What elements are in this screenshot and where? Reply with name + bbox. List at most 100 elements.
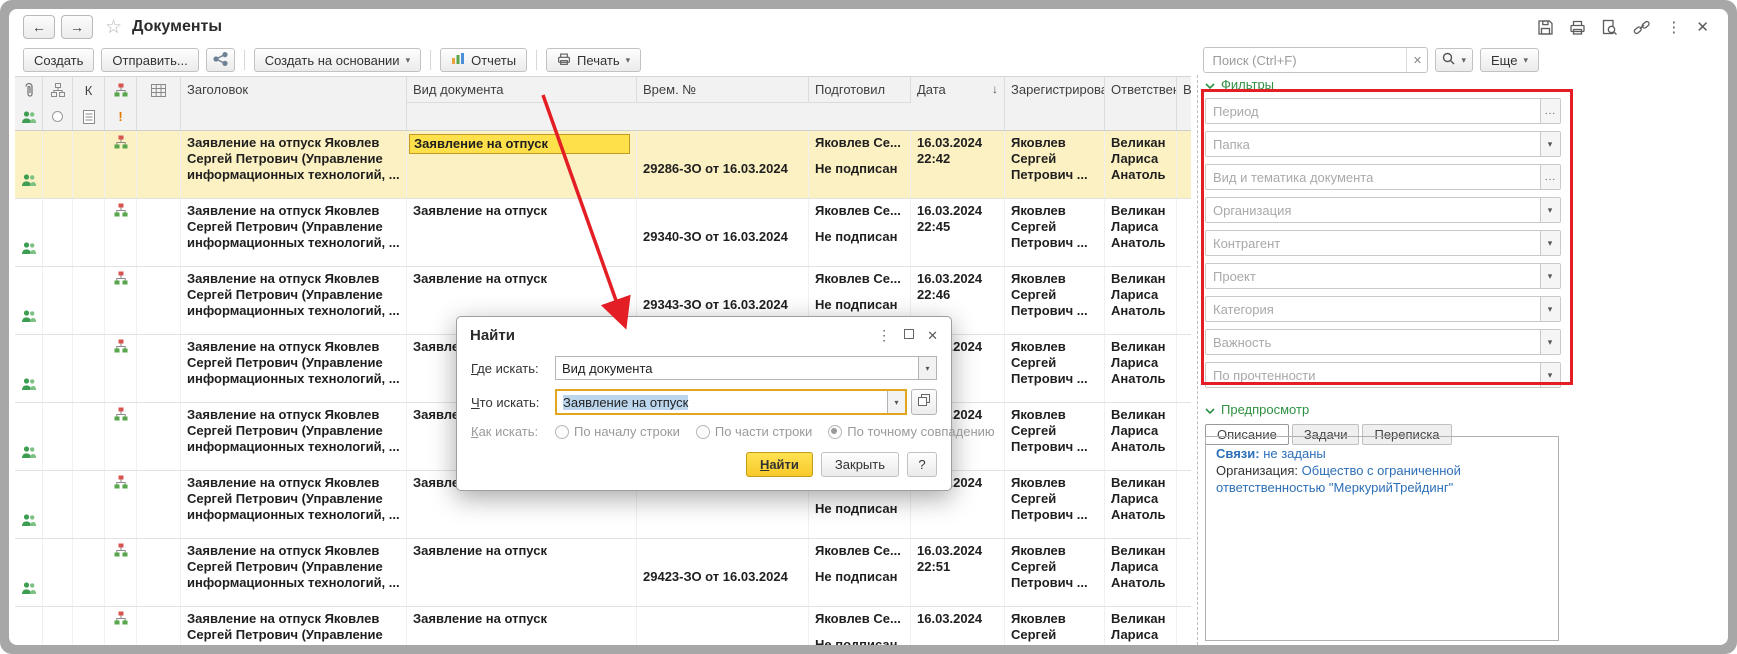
exclamation-icon[interactable]: ! bbox=[105, 103, 137, 130]
filter-field-counterparty: ▾ bbox=[1205, 230, 1561, 256]
filter-input-doc-type[interactable] bbox=[1206, 169, 1540, 185]
clear-search-icon[interactable]: ✕ bbox=[1406, 48, 1427, 72]
column-k-header[interactable]: К bbox=[73, 77, 105, 103]
document-icon[interactable] bbox=[73, 103, 105, 130]
column-prepared-header[interactable]: Подготовил bbox=[809, 77, 911, 103]
dialog-maximize-icon[interactable] bbox=[904, 326, 915, 344]
empty-cell bbox=[73, 539, 105, 606]
create-based-on-button[interactable]: Создать на основании ▾ bbox=[253, 48, 422, 72]
doc-registered-cell: Яковлев Сергей Петрович ... bbox=[1005, 403, 1105, 470]
row-people-icon-cell bbox=[15, 403, 43, 470]
panel-separator[interactable] bbox=[1197, 75, 1198, 645]
dialog-more-icon[interactable]: ⋮ bbox=[877, 327, 891, 343]
create-button[interactable]: Создать bbox=[23, 48, 95, 72]
column-doctype-header[interactable]: Вид документа bbox=[407, 77, 637, 103]
people-icon bbox=[21, 581, 37, 599]
close-button[interactable]: Закрыть bbox=[820, 452, 899, 477]
doc-reg-number: 29286-ЗО от 16.03.2024 bbox=[643, 161, 788, 176]
table-row[interactable]: Заявление на отпуск Яковлев Сергей Петро… bbox=[15, 539, 1191, 607]
link-icon[interactable] bbox=[1633, 19, 1651, 36]
filter-input-category[interactable] bbox=[1206, 301, 1540, 317]
filter-input-organization[interactable] bbox=[1206, 202, 1540, 218]
hierarchy-icon[interactable] bbox=[43, 77, 73, 103]
more-menu-icon[interactable]: ⋮ bbox=[1666, 20, 1681, 35]
doc-importance-cell bbox=[1177, 403, 1191, 470]
what-field[interactable]: Заявление на отпуск ▾ bbox=[555, 389, 907, 415]
table-row[interactable]: Заявление на отпуск Яковлев Сергей Петро… bbox=[15, 607, 1191, 645]
chevron-down-icon[interactable]: ▾ bbox=[1540, 132, 1560, 156]
circle-icon[interactable] bbox=[43, 103, 73, 130]
preview-group-toggle[interactable]: Предпросмотр bbox=[1205, 400, 1561, 418]
column-title-header[interactable]: Заголовок bbox=[181, 77, 407, 130]
dialog-close-icon[interactable]: ✕ bbox=[927, 328, 938, 343]
grid-icon[interactable] bbox=[137, 77, 181, 103]
doc-title-cell: Заявление на отпуск Яковлев Сергей Петро… bbox=[181, 199, 407, 266]
empty-cell bbox=[73, 471, 105, 538]
dropdown-arrow-icon[interactable]: ▾ bbox=[918, 357, 936, 379]
forward-button[interactable]: → bbox=[61, 15, 93, 39]
doc-reg-cell: 29423-ЗО от 16.03.2024 bbox=[637, 539, 809, 606]
dropdown-arrow-icon[interactable]: ▾ bbox=[887, 391, 905, 413]
share-button[interactable] bbox=[205, 48, 235, 72]
chevron-down-icon[interactable]: ▾ bbox=[1540, 297, 1560, 321]
column-importance-header[interactable]: Ва bbox=[1177, 77, 1191, 130]
doc-date-cell: 16.03.2024 22:42 bbox=[911, 131, 1005, 198]
save-icon[interactable] bbox=[1537, 19, 1554, 36]
open-selection-button[interactable] bbox=[911, 389, 937, 415]
help-button[interactable]: ? bbox=[907, 452, 937, 477]
ellipsis-icon[interactable]: ... bbox=[1540, 99, 1560, 123]
people-icon bbox=[21, 173, 37, 191]
chevron-down-icon[interactable]: ▾ bbox=[1540, 231, 1560, 255]
chevron-down-icon[interactable]: ▾ bbox=[1540, 198, 1560, 222]
column-registered-header[interactable]: Зарегистрировал bbox=[1005, 77, 1105, 130]
reports-button[interactable]: Отчеты bbox=[440, 48, 528, 72]
find-on-page-icon[interactable] bbox=[1601, 19, 1618, 36]
radio-option-part-of-line: По части строки bbox=[695, 424, 812, 439]
search-input[interactable] bbox=[1204, 52, 1407, 68]
ellipsis-icon[interactable]: ... bbox=[1540, 165, 1560, 189]
chevron-down-icon[interactable]: ▾ bbox=[1540, 264, 1560, 288]
find-button[interactable]: Найти bbox=[745, 452, 813, 477]
doc-title-cell: Заявление на отпуск Яковлев Сергей Петро… bbox=[181, 539, 407, 606]
favorite-star-icon[interactable]: ☆ bbox=[105, 16, 122, 39]
print-button[interactable]: Печать ▾ bbox=[546, 48, 642, 72]
doc-type-cell: Заявление на отпуск bbox=[407, 607, 637, 645]
people-icon[interactable] bbox=[15, 103, 43, 130]
table-row[interactable]: Заявление на отпуск Яковлев Сергей Петро… bbox=[15, 199, 1191, 267]
search-button[interactable]: ▾ bbox=[1435, 48, 1474, 72]
doc-date-cell: 16.03.2024 22:51 bbox=[911, 539, 1005, 606]
send-button[interactable]: Отправить... bbox=[101, 48, 199, 72]
people-icon bbox=[21, 309, 37, 327]
status-tree-icon[interactable] bbox=[105, 77, 137, 103]
column-tempno-header[interactable]: Врем. № bbox=[637, 77, 809, 103]
filters-group-toggle[interactable]: Фильтры bbox=[1205, 75, 1561, 93]
doc-responsible: Великан Лариса Анатоль bbox=[1111, 339, 1166, 386]
filter-input-counterparty[interactable] bbox=[1206, 235, 1540, 251]
filter-input-period[interactable] bbox=[1206, 103, 1540, 119]
doc-date: 16.03.2024 bbox=[917, 271, 983, 286]
links-value[interactable]: не заданы bbox=[1263, 446, 1326, 461]
paperclip-icon[interactable] bbox=[15, 77, 43, 103]
where-field[interactable]: Вид документа ▾ bbox=[555, 356, 937, 380]
print-icon[interactable] bbox=[1569, 19, 1586, 36]
doc-registered-by: Яковлев Сергей Петрович ... bbox=[1011, 339, 1088, 386]
column-responsible-header[interactable]: Ответственный bbox=[1105, 77, 1177, 130]
close-icon[interactable]: ✕ bbox=[1696, 20, 1709, 35]
row-people-icon-cell bbox=[15, 267, 43, 334]
more-button[interactable]: Еще ▾ bbox=[1480, 48, 1539, 72]
row-people-icon-cell bbox=[15, 131, 43, 198]
content-area: К Заголовок Вид документа Врем. № Подгот… bbox=[9, 75, 1728, 645]
back-button[interactable]: ← bbox=[23, 15, 55, 39]
doc-registered-by: Яковлев Сергей Петрович ... bbox=[1011, 543, 1088, 590]
filter-input-importance[interactable] bbox=[1206, 334, 1540, 350]
preview-group-title: Предпросмотр bbox=[1221, 401, 1310, 417]
table-row[interactable]: Заявление на отпуск Яковлев Сергей Петро… bbox=[15, 131, 1191, 199]
chevron-down-icon[interactable]: ▾ bbox=[1540, 330, 1560, 354]
chevron-down-icon[interactable]: ▾ bbox=[1540, 363, 1560, 387]
filter-input-read-status[interactable] bbox=[1206, 367, 1540, 383]
filter-input-project[interactable] bbox=[1206, 268, 1540, 284]
doc-importance-cell bbox=[1177, 471, 1191, 538]
column-date-header[interactable]: ↓ Дата bbox=[911, 77, 1005, 130]
links-label[interactable]: Связи: bbox=[1216, 446, 1260, 461]
filter-input-folder[interactable] bbox=[1206, 136, 1540, 152]
